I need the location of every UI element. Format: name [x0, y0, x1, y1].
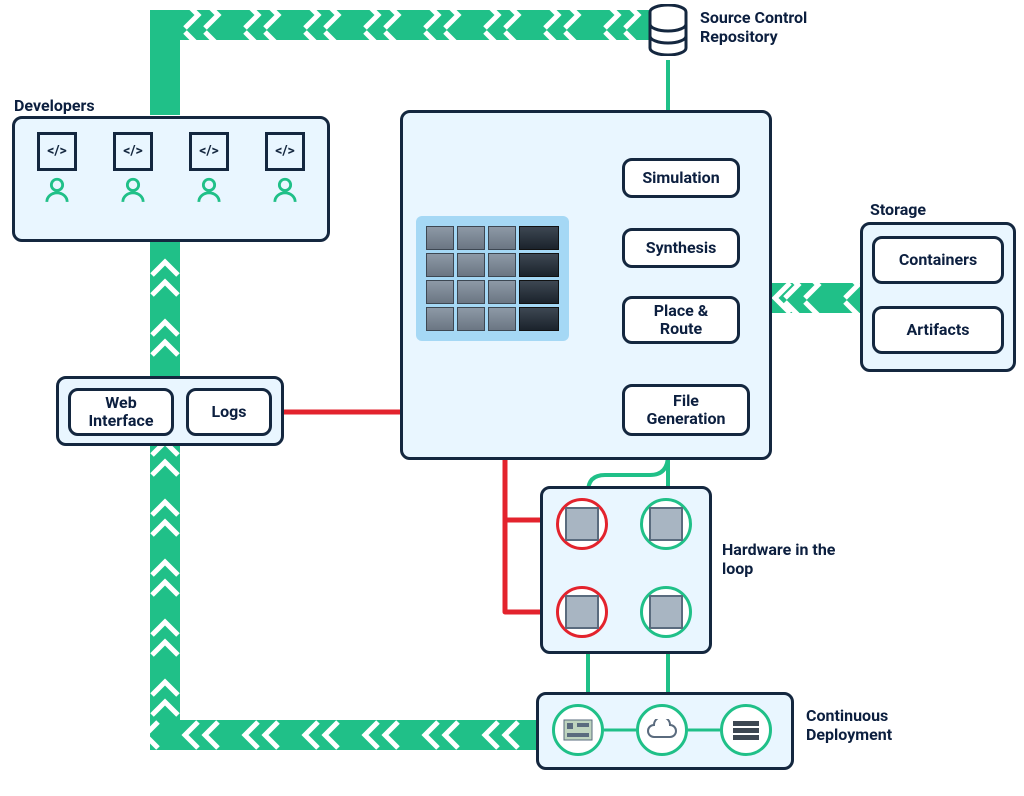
developers-label: Developers	[14, 96, 95, 115]
developer-icon: </>	[186, 132, 232, 204]
server-rack-icon	[416, 216, 569, 341]
stage-synthesis: Synthesis	[622, 228, 740, 268]
developer-icon: </>	[110, 132, 156, 204]
storage-label: Storage	[870, 200, 926, 219]
code-icon: </>	[265, 132, 305, 171]
hardware-loop-label: Hardware in the loop	[722, 540, 862, 578]
stage-simulation: Simulation	[622, 158, 740, 198]
containers-node: Containers	[872, 236, 1004, 284]
web-interface-node: Web Interface	[68, 388, 174, 436]
stage-file-generation: File Generation	[622, 384, 750, 436]
logs-node: Logs	[186, 388, 272, 436]
hw-device-icon	[640, 498, 692, 550]
person-icon	[271, 177, 299, 204]
hw-device-icon	[640, 586, 692, 638]
person-icon	[119, 177, 147, 204]
code-icon: </>	[37, 132, 77, 171]
developer-icon: </>	[34, 132, 80, 204]
person-icon	[43, 177, 71, 204]
code-icon: </>	[189, 132, 229, 171]
source-control-label: Source Control Repository	[700, 8, 840, 46]
developer-icon: </>	[262, 132, 308, 204]
person-icon	[195, 177, 223, 204]
source-control-db-icon	[648, 4, 688, 56]
deploy-target-board-icon	[552, 704, 604, 756]
continuous-deployment-label: Continuous Deployment	[806, 706, 946, 744]
hw-device-icon	[556, 586, 608, 638]
deploy-target-rack-icon	[720, 704, 772, 756]
deploy-target-cloud-icon	[636, 704, 688, 756]
stage-place-route: Place & Route	[622, 296, 740, 344]
code-icon: </>	[113, 132, 153, 171]
artifacts-node: Artifacts	[872, 306, 1004, 354]
hw-device-icon	[556, 498, 608, 550]
